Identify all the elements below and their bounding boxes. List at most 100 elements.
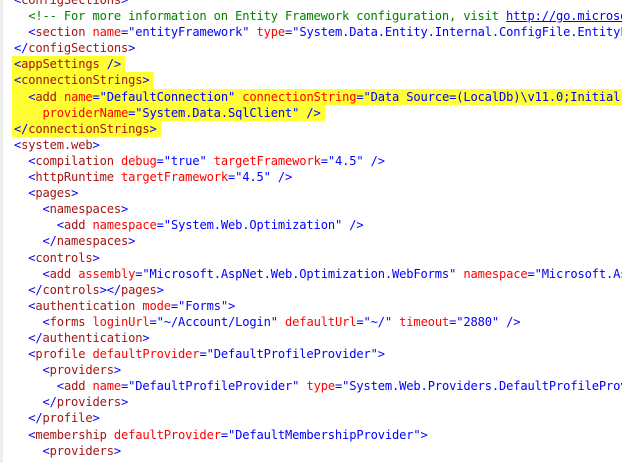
code-line: <authentication mode="Forms"> bbox=[0, 298, 622, 314]
code-token: > bbox=[120, 0, 129, 7]
code-token: providers bbox=[56, 395, 121, 410]
code-token: debug bbox=[121, 153, 157, 168]
code-token: /> bbox=[99, 57, 121, 72]
code-token: " bbox=[220, 298, 228, 313]
code-token: providers bbox=[49, 443, 114, 458]
code-token: assembly bbox=[78, 266, 136, 281]
code-line-text: providerName="System.Data.SqlClient" /> bbox=[14, 106, 321, 120]
code-token: namespace bbox=[92, 218, 157, 233]
code-token: < bbox=[56, 218, 64, 233]
code-token: /> bbox=[499, 314, 521, 329]
code-token: " bbox=[384, 314, 393, 329]
code-token: defaultProvider bbox=[92, 347, 200, 362]
code-line-text: </connectionStrings> bbox=[14, 122, 157, 136]
code-line: <compilation debug="true" targetFramewor… bbox=[0, 153, 622, 169]
code-token: /> bbox=[270, 170, 293, 185]
code-line: <pages> bbox=[0, 185, 622, 201]
code-token: true bbox=[170, 153, 200, 168]
code-line-text: <appSettings /> bbox=[14, 57, 121, 71]
code-token: name bbox=[92, 379, 122, 394]
code-line-text: <compilation debug="true" targetFramewor… bbox=[14, 154, 385, 168]
code-line: <forms loginUrl="~/Account/Login" defaul… bbox=[0, 314, 622, 330]
code-token: name bbox=[92, 25, 121, 40]
code-line-text: <providers> bbox=[14, 363, 122, 377]
code-line-text: </controls></pages> bbox=[14, 283, 164, 297]
code-token: pages bbox=[121, 282, 157, 297]
code-token: System.Data.Entity.Internal.ConfigFile.E… bbox=[299, 25, 622, 40]
code-line-text: <connectionStrings> bbox=[14, 73, 150, 87]
code-line-text: <section name="entityFramework" type="Sy… bbox=[14, 25, 622, 39]
code-token: " bbox=[199, 153, 207, 168]
code-token: system.web bbox=[21, 137, 93, 152]
code-token: connectionString bbox=[242, 89, 357, 104]
code-line-text: <providers> bbox=[14, 443, 122, 458]
code-line: <section name="entityFramework" type="Sy… bbox=[0, 24, 622, 40]
code-token: =" bbox=[156, 153, 171, 168]
code-token: targetFramework bbox=[213, 153, 321, 168]
code-token: 4.5 bbox=[334, 153, 357, 168]
code-token: Forms bbox=[185, 298, 221, 313]
code-line: <controls> bbox=[0, 250, 622, 266]
code-token: /> bbox=[363, 153, 385, 168]
code-token: </ bbox=[42, 395, 57, 410]
code-token: targetFramework bbox=[121, 170, 228, 185]
code-token: =" bbox=[128, 105, 143, 120]
code-token: configSections bbox=[21, 0, 121, 7]
code-line-text: <add name="DefaultConnection" connection… bbox=[14, 90, 622, 104]
code-token: =" bbox=[334, 379, 350, 394]
code-token: name bbox=[63, 89, 93, 104]
code-token: =" bbox=[449, 314, 464, 329]
code-line: </profile> bbox=[0, 410, 622, 426]
code-token: namespaces bbox=[49, 202, 121, 217]
code-token: System.Data.SqlClient bbox=[142, 105, 293, 120]
code-token: =" bbox=[356, 89, 371, 104]
code-line: <appSettings /> bbox=[0, 56, 622, 73]
code-token: =" bbox=[220, 427, 236, 442]
code-token: controls bbox=[35, 250, 93, 265]
code-line: <profile defaultProvider="DefaultProfile… bbox=[0, 346, 622, 362]
code-line-text: <configSections> bbox=[14, 0, 128, 7]
code-token: membership bbox=[35, 427, 107, 442]
code-token: <!-- For more information on Entity Fram… bbox=[28, 9, 507, 24]
code-token: DefaultMembershipProvider bbox=[235, 427, 414, 442]
code-line: <add namespace="System.Web.Optimization"… bbox=[0, 217, 622, 233]
code-line-text: <add name="DefaultProfileProvider" type=… bbox=[14, 379, 622, 393]
code-link[interactable]: http://go.microsoft.com/fwlink/?LinkID=2… bbox=[506, 9, 622, 23]
code-token: < bbox=[56, 379, 64, 394]
code-token: compilation bbox=[35, 153, 114, 168]
code-line-text: </configSections> bbox=[14, 41, 135, 55]
code-token: > bbox=[142, 330, 150, 345]
code-token: =" bbox=[320, 153, 335, 168]
xml-code-editor[interactable]: <configSections> <!-- For more informati… bbox=[0, 0, 622, 463]
code-token: " bbox=[356, 153, 364, 168]
code-token: =" bbox=[356, 314, 371, 329]
code-line-text: <system.web> bbox=[14, 138, 100, 152]
code-token: =" bbox=[156, 218, 171, 233]
code-token: > bbox=[113, 443, 121, 458]
code-token: =" bbox=[149, 314, 164, 329]
code-line: <connectionStrings> bbox=[0, 72, 622, 89]
code-token: /> bbox=[299, 105, 321, 120]
code-token: " bbox=[413, 427, 421, 442]
code-token: httpRuntime bbox=[35, 170, 114, 185]
code-token: > bbox=[120, 202, 129, 217]
code-token: </ bbox=[14, 41, 29, 56]
code-line-text: <membership defaultProvider="DefaultMemb… bbox=[14, 428, 428, 442]
code-token: DefaultProfileProvider bbox=[135, 379, 293, 394]
